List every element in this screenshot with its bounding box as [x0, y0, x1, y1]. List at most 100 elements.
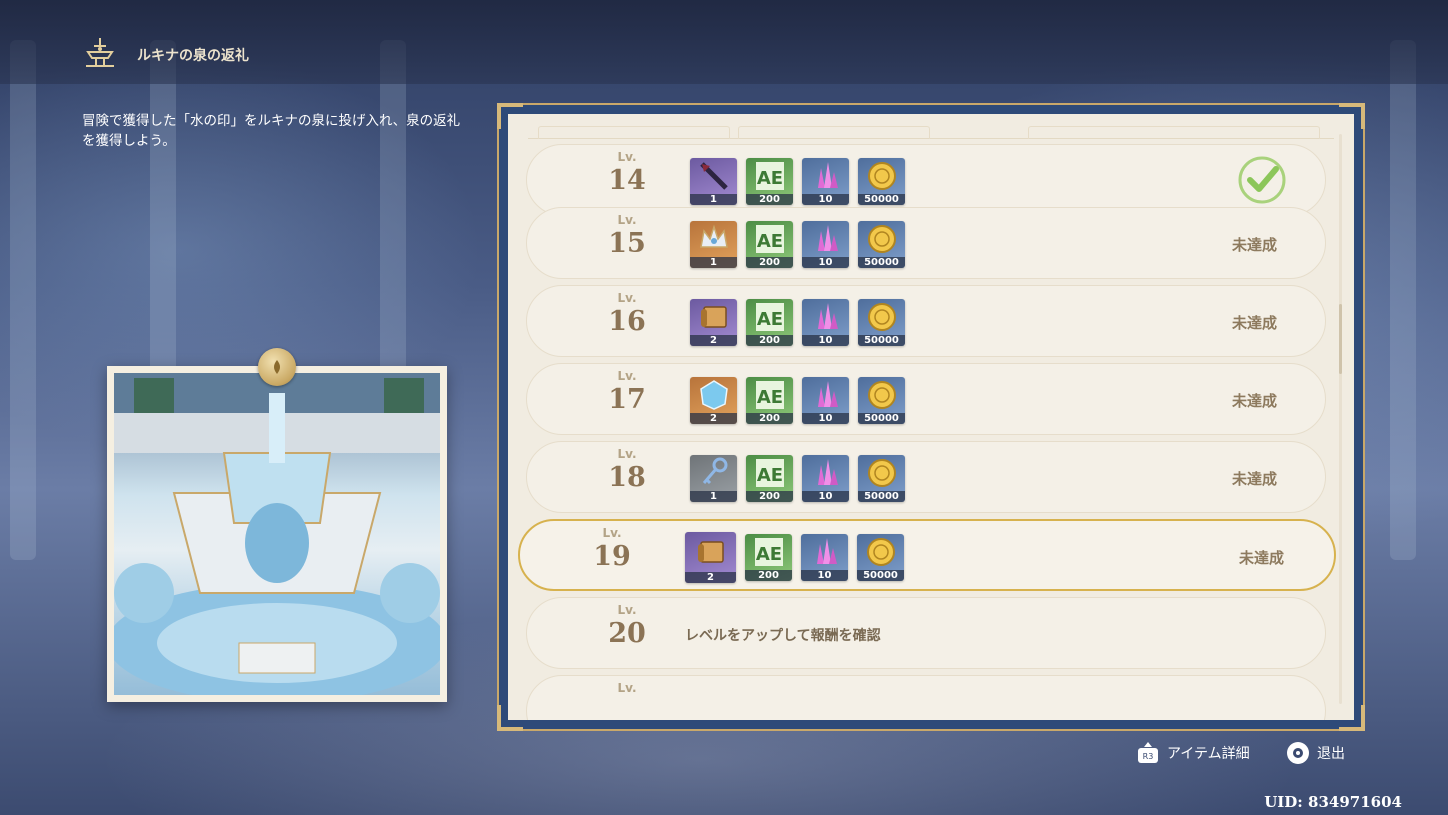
background-pillar	[1390, 40, 1416, 560]
reward-item[interactable]: 2	[685, 532, 736, 583]
adventure-exp-icon: AE	[745, 534, 792, 570]
reward-item[interactable]: 1	[690, 455, 737, 502]
reward-item[interactable]: 10	[802, 299, 849, 346]
status-badge: 未達成	[1231, 392, 1277, 410]
level-label: Lv.	[617, 681, 637, 695]
reward-item[interactable]: AE 200	[746, 455, 793, 502]
level-number: 15	[608, 228, 646, 259]
reward-item[interactable]: 2	[690, 299, 737, 346]
reward-item[interactable]: 50000	[858, 377, 905, 424]
reward-row-level-19[interactable]: Lv. 19 2 AE 200 10 50000 未達成	[518, 519, 1336, 591]
background-pillar	[10, 40, 36, 560]
level-number: 18	[608, 462, 646, 493]
item-quantity: 200	[746, 257, 793, 268]
reward-row-level-18[interactable]: Lv. 18 1 AE 200 10 50000 未達成	[526, 441, 1326, 513]
reward-item[interactable]: 50000	[858, 221, 905, 268]
weapon-polearm-icon	[690, 158, 737, 194]
reward-list[interactable]: Lv. 14 1 AE 200 10 50000 Lv. 15 1 AE 200 10 50000 未達成 L…	[508, 114, 1354, 720]
reward-item[interactable]: 50000	[857, 534, 904, 581]
item-quantity: 1	[690, 491, 737, 502]
item-quantity: 2	[685, 572, 736, 583]
item-detail-hint[interactable]: R3 アイテム詳細	[1137, 742, 1250, 764]
crystal-icon	[802, 221, 849, 257]
header-ornament-segment	[538, 126, 730, 139]
adventure-exp-icon: AE	[746, 299, 793, 335]
reward-panel: Lv. 14 1 AE 200 10 50000 Lv. 15 1 AE 200 10 50000 未達成 L…	[497, 103, 1365, 731]
svg-text:AE: AE	[756, 387, 782, 408]
exit-hint[interactable]: 退出	[1287, 742, 1345, 764]
completed-check-icon	[1238, 156, 1286, 204]
mora-coin-icon	[858, 221, 905, 257]
item-quantity: 200	[746, 413, 793, 424]
adventure-exp-icon: AE	[746, 221, 793, 257]
level-number: 20	[608, 618, 646, 649]
key-icon	[690, 455, 737, 491]
item-quantity: 10	[802, 491, 849, 502]
scrollbar-thumb[interactable]	[1339, 304, 1342, 374]
adventure-exp-icon: AE	[746, 158, 793, 194]
header-ornament-segment	[1028, 126, 1320, 139]
item-quantity: 50000	[858, 257, 905, 268]
top-bar: ルキナの泉の返礼	[0, 0, 1448, 84]
reward-item[interactable]: AE 200	[746, 158, 793, 205]
item-quantity: 200	[746, 491, 793, 502]
reward-item[interactable]: 50000	[858, 158, 905, 205]
reward-item[interactable]: AE 200	[746, 299, 793, 346]
locked-reward-text: レベルをアップして報酬を確認	[685, 628, 881, 644]
reward-item[interactable]: 10	[802, 377, 849, 424]
reward-item[interactable]: 10	[801, 534, 848, 581]
reward-row-level-20[interactable]: Lv. 20 レベルをアップして報酬を確認	[526, 597, 1326, 669]
level-label: Lv.	[617, 447, 637, 461]
event-description: 冒険で獲得した「水の印」をルキナの泉に投げ入れ、泉の返礼を獲得しよう。	[82, 113, 461, 149]
status-badge: 未達成	[1231, 236, 1277, 254]
status-badge: 未達成	[1231, 470, 1277, 488]
level-label: Lv.	[617, 603, 637, 617]
reward-items: 1 AE 200 10 50000	[690, 455, 905, 502]
reward-item[interactable]: 2	[690, 377, 737, 424]
reward-row-level-17[interactable]: Lv. 17 2 AE 200 10 50000 未達成	[526, 363, 1326, 435]
reward-item[interactable]: 50000	[858, 455, 905, 502]
reward-item[interactable]: AE 200	[745, 534, 792, 581]
item-quantity: 50000	[857, 570, 904, 581]
reward-item[interactable]: 1	[690, 158, 737, 205]
svg-text:AE: AE	[756, 309, 782, 330]
svg-text:AE: AE	[756, 465, 782, 486]
item-quantity: 1	[690, 257, 737, 268]
mora-coin-icon	[857, 534, 904, 570]
item-quantity: 10	[802, 335, 849, 346]
reward-row-level-next[interactable]: Lv.	[526, 675, 1326, 720]
reward-item[interactable]: 10	[802, 158, 849, 205]
item-quantity: 1	[690, 194, 737, 205]
reward-item[interactable]: 1	[690, 221, 737, 268]
svg-text:AE: AE	[756, 231, 782, 252]
reward-item[interactable]: 50000	[858, 299, 905, 346]
reward-row-level-15[interactable]: Lv. 15 1 AE 200 10 50000 未達成	[526, 207, 1326, 279]
reward-item[interactable]: 10	[802, 455, 849, 502]
reward-row-level-14[interactable]: Lv. 14 1 AE 200 10 50000	[526, 144, 1326, 216]
scrollbar[interactable]	[1339, 134, 1342, 704]
reward-items: 1 AE 200 10 50000	[690, 158, 905, 205]
status-badge: 未達成	[1231, 314, 1277, 332]
adventure-exp-icon: AE	[746, 455, 793, 491]
item-quantity: 10	[802, 413, 849, 424]
crystal-icon	[802, 455, 849, 491]
reward-row-level-16[interactable]: Lv. 16 2 AE 200 10 50000 未達成	[526, 285, 1326, 357]
blue-ore-icon	[690, 377, 737, 413]
status-badge: 未達成	[1238, 549, 1284, 567]
scroll-book-icon	[685, 532, 736, 572]
crystal-icon	[801, 534, 848, 570]
fountain-illustration	[114, 373, 440, 695]
r3-button-icon: R3	[1138, 742, 1158, 763]
reward-item[interactable]: AE 200	[746, 221, 793, 268]
scroll-book-icon	[690, 299, 737, 335]
level-label: Lv.	[617, 213, 637, 227]
fountain-picture-frame	[107, 366, 447, 702]
reward-items: 2 AE 200 10 50000	[690, 299, 905, 346]
reward-item[interactable]: AE 200	[746, 377, 793, 424]
page-title: ルキナの泉の返礼	[137, 48, 249, 64]
reward-item[interactable]: 10	[802, 221, 849, 268]
crystal-icon	[802, 299, 849, 335]
item-quantity: 2	[690, 335, 737, 346]
level-label: Lv.	[617, 150, 637, 164]
svg-text:R3: R3	[1143, 752, 1154, 761]
